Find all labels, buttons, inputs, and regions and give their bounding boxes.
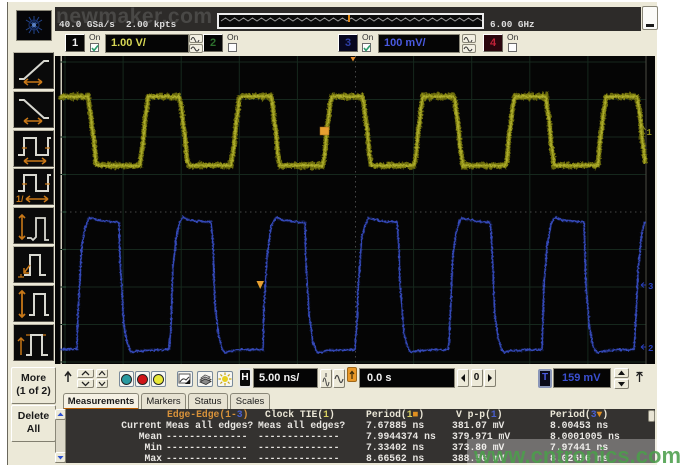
svg-text:1/: 1/ [16, 194, 24, 204]
svg-text:2: 2 [648, 344, 653, 354]
svg-text:1: 1 [647, 128, 653, 138]
svg-text:3: 3 [648, 282, 653, 292]
